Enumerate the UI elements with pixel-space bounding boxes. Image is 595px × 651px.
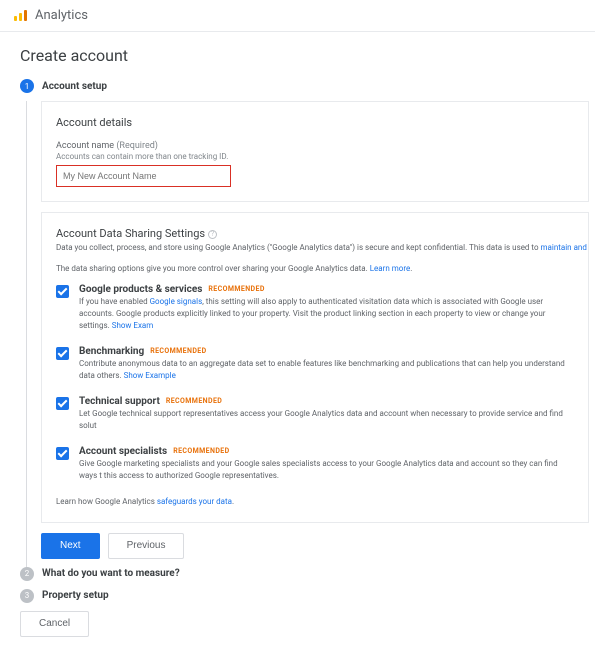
recommended-badge: Recommended [150, 347, 206, 355]
sharing-item-benchmarking: Benchmarking Recommended Contribute anony… [56, 346, 574, 382]
step-3-title: Property setup [42, 590, 109, 601]
data-sharing-sub1: Data you collect, process, and store usi… [56, 242, 574, 253]
product-name: Analytics [35, 8, 88, 23]
step-2-header[interactable]: 2 What do you want to measure? [20, 567, 589, 581]
show-example-link[interactable]: Show Example [124, 371, 176, 380]
step-3-number: 3 [20, 589, 34, 603]
step-2-title: What do you want to measure? [42, 568, 180, 579]
google-signals-link[interactable]: Google signals [150, 297, 203, 306]
sharing-item-google-products: Google products & services Recommended If… [56, 284, 574, 332]
data-sharing-sub2: The data sharing options give you more c… [56, 263, 574, 274]
data-sharing-card: Account Data Sharing Settings? Data you … [41, 212, 589, 523]
maintain-protect-link[interactable]: maintain and protect [541, 243, 589, 252]
recommended-badge: Recommended [166, 397, 222, 405]
checkbox-technical-support[interactable] [56, 397, 69, 410]
sharing-item-title: Technical support [79, 396, 160, 407]
account-details-card: Account details Account name (Required) … [41, 101, 589, 202]
account-details-heading: Account details [56, 116, 574, 129]
account-name-label: Account name (Required) [56, 141, 574, 151]
cancel-button[interactable]: Cancel [20, 611, 89, 637]
step-1-title: Account setup [42, 81, 107, 92]
sharing-item-desc: Contribute anonymous data to an aggregat… [79, 358, 574, 382]
sharing-item-technical-support: Technical support Recommended Let Google … [56, 396, 574, 432]
analytics-logo-icon [14, 10, 27, 21]
recommended-badge: Recommended [208, 285, 264, 293]
top-bar: Analytics [0, 0, 595, 32]
help-icon[interactable]: ? [208, 230, 217, 239]
step-buttons: Next Previous [41, 533, 589, 559]
show-example-link[interactable]: Show Exam [112, 321, 154, 330]
stepper: 1 Account setup Account details Account … [20, 79, 589, 603]
next-button[interactable]: Next [41, 533, 100, 559]
checkbox-account-specialists[interactable] [56, 447, 69, 460]
checkbox-benchmarking[interactable] [56, 347, 69, 360]
step-1-number: 1 [20, 79, 34, 93]
step-1-header: 1 Account setup [20, 79, 589, 93]
sharing-item-desc: Let Google technical support representat… [79, 408, 574, 432]
previous-button[interactable]: Previous [108, 533, 185, 559]
sharing-item-title: Account specialists [79, 446, 167, 457]
learn-more-link[interactable]: Learn more [370, 264, 410, 273]
sharing-item-desc: If you have enabled Google signals, this… [79, 296, 574, 332]
account-name-input[interactable] [56, 165, 231, 187]
step-1-body: Account details Account name (Required) … [26, 101, 589, 567]
main-content: Create account 1 Account setup Account d… [0, 32, 595, 651]
sharing-item-desc: Give Google marketing specialists and yo… [79, 458, 574, 482]
recommended-badge: Recommended [173, 447, 229, 455]
step-3-header[interactable]: 3 Property setup [20, 589, 589, 603]
account-name-hint: Accounts can contain more than one track… [56, 152, 574, 161]
step-2-number: 2 [20, 567, 34, 581]
page-title: Create account [20, 46, 589, 65]
safeguards-footer: Learn how Google Analytics safeguards yo… [56, 496, 574, 507]
sharing-item-title: Google products & services [79, 284, 202, 295]
sharing-item-account-specialists: Account specialists Recommended Give Goog… [56, 446, 574, 482]
sharing-item-title: Benchmarking [79, 346, 144, 357]
checkbox-google-products[interactable] [56, 285, 69, 298]
data-sharing-heading: Account Data Sharing Settings? [56, 227, 574, 240]
safeguards-link[interactable]: safeguards your data [157, 497, 232, 506]
